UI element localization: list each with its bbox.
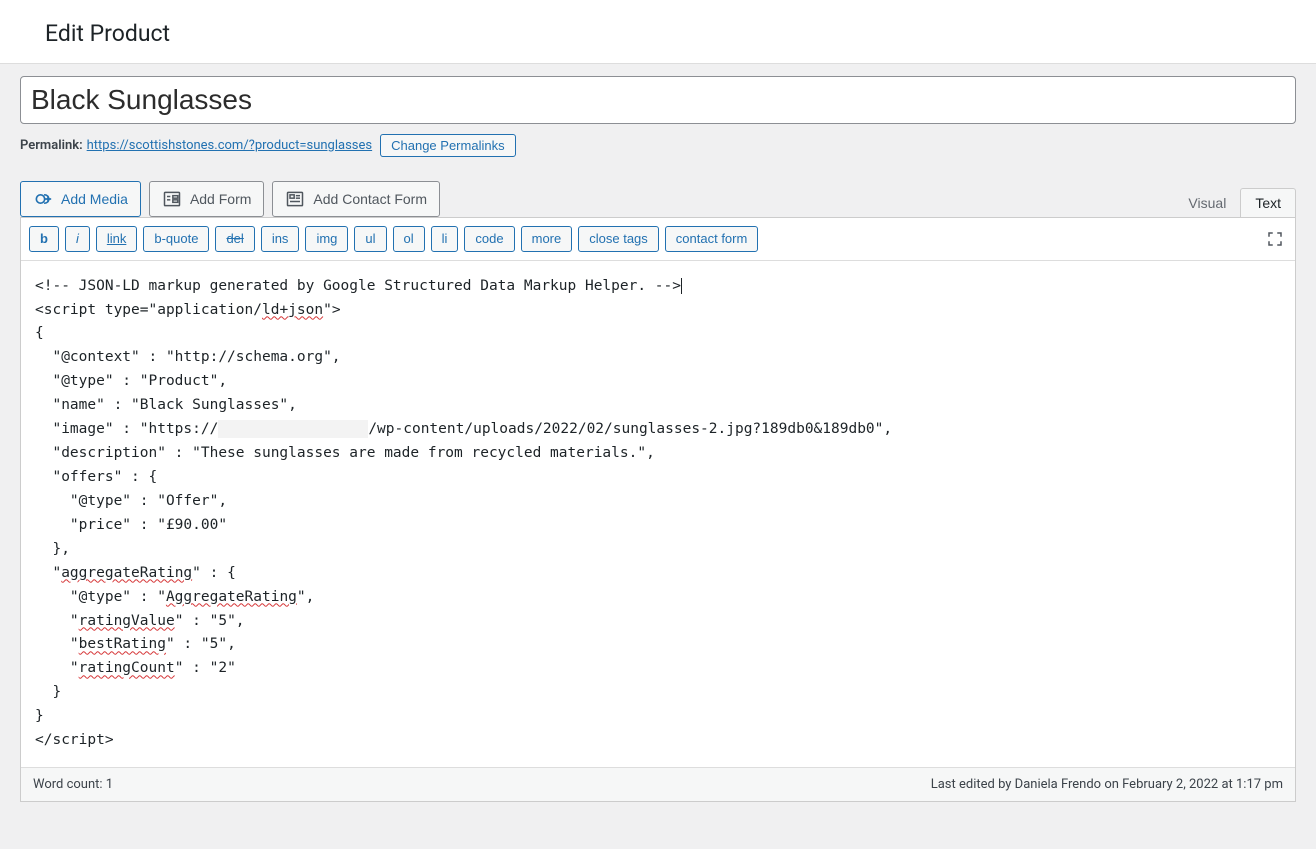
editor-status-bar: Word count: 1 Last edited by Daniela Fre… (21, 767, 1295, 801)
add-contact-form-label: Add Contact Form (313, 191, 427, 207)
qt-code-button[interactable]: code (464, 226, 514, 252)
qt-bold-button[interactable]: b (29, 226, 59, 252)
text-cursor (681, 278, 682, 294)
qt-more-button[interactable]: more (521, 226, 573, 252)
tab-visual[interactable]: Visual (1173, 188, 1241, 217)
content-editor[interactable]: <!-- JSON-LD markup generated by Google … (21, 261, 1295, 767)
fullscreen-icon (1266, 230, 1284, 248)
qt-bquote-button[interactable]: b-quote (143, 226, 209, 252)
editor-mode-tabs: Visual Text (1174, 188, 1296, 217)
fullscreen-toggle[interactable] (1263, 227, 1287, 251)
editor-main: Permalink: https://scottishstones.com/?p… (0, 64, 1316, 822)
contact-form-icon (285, 189, 305, 209)
permalink-row: Permalink: https://scottishstones.com/?p… (20, 134, 1296, 157)
add-media-button[interactable]: Add Media (20, 181, 141, 217)
qt-link-button[interactable]: link (96, 226, 138, 252)
qt-del-button[interactable]: del (215, 226, 254, 252)
qt-ol-button[interactable]: ol (393, 226, 425, 252)
redacted-domain (218, 420, 368, 438)
tab-text[interactable]: Text (1240, 188, 1296, 217)
form-icon (162, 189, 182, 209)
page-header: Edit Product (0, 0, 1316, 64)
permalink-label: Permalink: (20, 138, 83, 153)
add-form-label: Add Form (190, 191, 251, 207)
qt-ins-button[interactable]: ins (261, 226, 300, 252)
add-form-button[interactable]: Add Form (149, 181, 264, 217)
qt-italic-button[interactable]: i (65, 226, 90, 252)
editor-container: b i link b-quote del ins img ul ol li co… (20, 217, 1296, 802)
qt-contact-form-button[interactable]: contact form (665, 226, 759, 252)
add-contact-form-button[interactable]: Add Contact Form (272, 181, 440, 217)
qt-img-button[interactable]: img (305, 226, 348, 252)
last-edited: Last edited by Daniela Frendo on Februar… (931, 777, 1283, 792)
add-media-label: Add Media (61, 191, 128, 207)
qt-ul-button[interactable]: ul (354, 226, 386, 252)
camera-icon (33, 189, 53, 209)
editor-actions-row: Add Media Add Form Add Contact Form Visu… (20, 181, 1296, 217)
word-count: Word count: 1 (33, 777, 113, 792)
page-title: Edit Product (45, 20, 1271, 47)
permalink-link[interactable]: https://scottishstones.com/?product=sung… (87, 138, 372, 153)
qt-li-button[interactable]: li (431, 226, 459, 252)
product-title-input[interactable] (20, 76, 1296, 124)
quicktags-toolbar: b i link b-quote del ins img ul ol li co… (21, 218, 1295, 261)
qt-close-tags-button[interactable]: close tags (578, 226, 659, 252)
change-permalinks-button[interactable]: Change Permalinks (380, 134, 515, 157)
